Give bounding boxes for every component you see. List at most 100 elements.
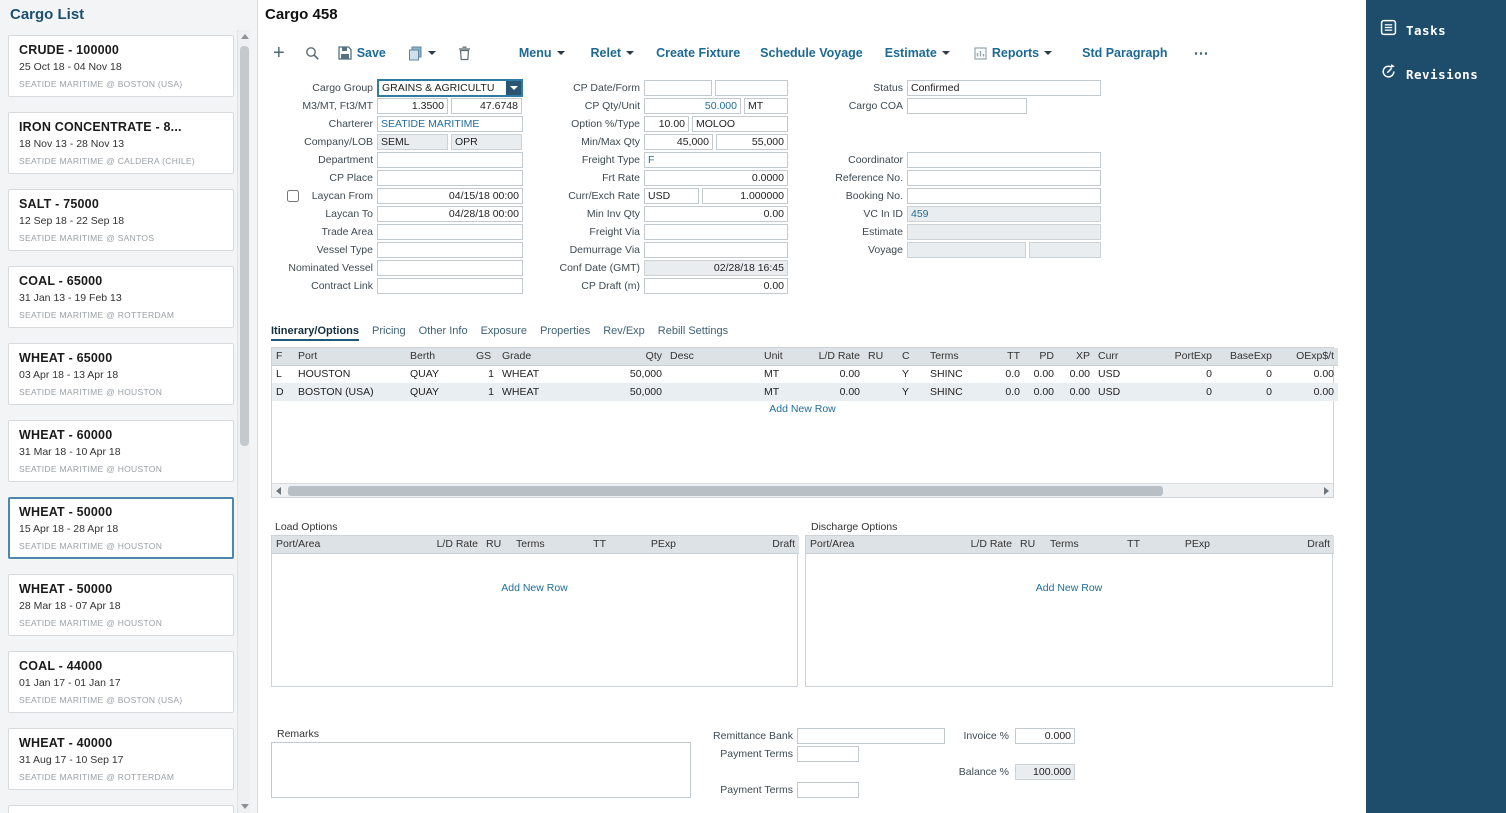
department-input[interactable]: [377, 152, 523, 168]
voyage-vessel-input[interactable]: [907, 242, 1026, 258]
menu-button[interactable]: Menu: [519, 46, 565, 60]
cargo-card[interactable]: CRUDE - 100000 25 Oct 18 - 04 Nov 18 SEA…: [8, 35, 234, 97]
ft3-mt-input[interactable]: [451, 98, 522, 114]
cargo-card[interactable]: WHEAT - 40000 31 Aug 17 - 10 Sep 17 SEAT…: [8, 728, 234, 790]
tab-rev-exp[interactable]: Rev/Exp: [603, 325, 645, 341]
discharge-options-col-header[interactable]: Terms: [1046, 536, 1108, 553]
itinerary-cell[interactable]: Y: [898, 365, 926, 383]
itinerary-cell[interactable]: BOSTON (USA): [294, 383, 406, 401]
itinerary-col-header[interactable]: GS: [472, 348, 498, 365]
itinerary-cell[interactable]: 0.0: [990, 365, 1024, 383]
itinerary-cell[interactable]: [666, 383, 760, 401]
itinerary-col-header[interactable]: PortExp: [1136, 348, 1216, 365]
itinerary-cell[interactable]: 0.00: [1024, 365, 1058, 383]
itinerary-col-header[interactable]: Unit: [760, 348, 806, 365]
itinerary-row-load[interactable]: L HOUSTON QUAY 1 WHEAT 50,000 MT 0.00 Y …: [272, 365, 1338, 383]
itinerary-horizontal-scrollbar[interactable]: [272, 483, 1333, 497]
itinerary-cell[interactable]: 0.00: [1276, 365, 1338, 383]
itinerary-cell[interactable]: MT: [760, 365, 806, 383]
cp-date-input[interactable]: [644, 80, 712, 96]
discharge-options-col-header[interactable]: Draft: [1214, 536, 1334, 553]
m3-mt-input[interactable]: [377, 98, 448, 114]
itinerary-cell[interactable]: 0.00: [806, 365, 864, 383]
itinerary-add-new-row-link[interactable]: Add New Row: [272, 403, 1333, 415]
tab-pricing[interactable]: Pricing: [372, 325, 406, 341]
charterer-input[interactable]: [377, 116, 523, 132]
cp-draft-input[interactable]: [644, 278, 788, 294]
contract-link-input[interactable]: [377, 278, 523, 294]
vc-in-id-input[interactable]: [907, 206, 1101, 222]
scroll-up-icon[interactable]: [241, 34, 249, 39]
laycan-checkbox[interactable]: [287, 190, 299, 202]
scroll-left-icon[interactable]: [276, 487, 281, 495]
voyage-no-input[interactable]: [1029, 242, 1101, 258]
itinerary-cell[interactable]: USD: [1094, 365, 1136, 383]
itinerary-cell[interactable]: 0.0: [990, 383, 1024, 401]
tab-properties[interactable]: Properties: [540, 325, 590, 341]
delete-button[interactable]: [458, 46, 471, 61]
itinerary-cell[interactable]: 0: [1216, 365, 1276, 383]
company-input[interactable]: [377, 134, 448, 150]
coordinator-input[interactable]: [907, 152, 1101, 168]
cp-place-input[interactable]: [377, 170, 523, 186]
cargo-card[interactable]: IRON CONCENTRATE - 8... 18 Nov 13 - 28 N…: [8, 112, 234, 174]
itinerary-cell[interactable]: 0.00: [1276, 383, 1338, 401]
scroll-right-icon[interactable]: [1324, 487, 1329, 495]
itinerary-cell[interactable]: [864, 365, 898, 383]
invoice-pct-input[interactable]: [1015, 728, 1075, 744]
itinerary-cell[interactable]: 0.00: [806, 383, 864, 401]
itinerary-cell[interactable]: Y: [898, 383, 926, 401]
payment-terms-input-2[interactable]: [797, 782, 859, 798]
reference-no-input[interactable]: [907, 170, 1101, 186]
nominated-vessel-input[interactable]: [377, 260, 523, 276]
schedule-voyage-button[interactable]: Schedule Voyage: [760, 46, 863, 60]
cargo-card[interactable]: COAL - 65000 31 Jan 13 - 19 Feb 13 SEATI…: [8, 266, 234, 328]
booking-no-input[interactable]: [907, 188, 1101, 204]
laycan-to-input[interactable]: [377, 206, 523, 222]
itinerary-cell[interactable]: 1: [472, 365, 498, 383]
vessel-type-input[interactable]: [377, 242, 523, 258]
load-options-col-header[interactable]: TT: [574, 536, 610, 553]
min-qty-input[interactable]: [644, 134, 713, 150]
cargo-card[interactable]: WHEAT - 40000: [8, 805, 234, 813]
tab-itinerary-options[interactable]: Itinerary/Options: [271, 325, 359, 341]
itinerary-cell[interactable]: 50,000: [604, 383, 666, 401]
remarks-textarea[interactable]: [271, 742, 691, 798]
tab-other-info[interactable]: Other Info: [419, 325, 468, 341]
cargo-card[interactable]: WHEAT - 65000 03 Apr 18 - 13 Apr 18 SEAT…: [8, 343, 234, 405]
laycan-from-input[interactable]: [377, 188, 523, 204]
conf-date-input[interactable]: [644, 260, 788, 276]
itinerary-cell[interactable]: [666, 365, 760, 383]
balance-pct-input[interactable]: [1015, 764, 1075, 780]
cargo-list-scrollbar[interactable]: [237, 30, 250, 813]
lob-input[interactable]: [451, 134, 522, 150]
relet-button[interactable]: Relet: [591, 46, 635, 60]
payment-terms-input[interactable]: [797, 746, 859, 762]
reports-button[interactable]: Reports: [974, 46, 1052, 60]
scrollbar-thumb[interactable]: [288, 486, 1163, 496]
save-button[interactable]: Save: [338, 46, 386, 60]
itinerary-cell[interactable]: 0: [1216, 383, 1276, 401]
tab-rebill-settings[interactable]: Rebill Settings: [658, 325, 728, 341]
discharge-options-col-header[interactable]: L/D Rate: [954, 536, 1016, 553]
tab-exposure[interactable]: Exposure: [481, 325, 527, 341]
discharge-options-col-header[interactable]: TT: [1108, 536, 1144, 553]
load-options-col-header[interactable]: RU: [482, 536, 512, 553]
itinerary-col-header[interactable]: XP: [1058, 348, 1094, 365]
itinerary-row-discharge[interactable]: D BOSTON (USA) QUAY 1 WHEAT 50,000 MT 0.…: [272, 383, 1338, 401]
cargo-coa-input[interactable]: [907, 98, 1027, 114]
scroll-down-icon[interactable]: [241, 804, 249, 809]
itinerary-col-header[interactable]: L/D Rate: [806, 348, 864, 365]
itinerary-col-header[interactable]: C: [898, 348, 926, 365]
itinerary-cell[interactable]: D: [272, 383, 294, 401]
more-button[interactable]: ⋯: [1194, 44, 1210, 62]
trade-area-input[interactable]: [377, 224, 523, 240]
search-button[interactable]: [305, 46, 320, 61]
load-options-col-header[interactable]: L/D Rate: [420, 536, 482, 553]
itinerary-cell[interactable]: 1: [472, 383, 498, 401]
itinerary-col-header[interactable]: PD: [1024, 348, 1058, 365]
scrollbar-thumb[interactable]: [240, 46, 249, 446]
remittance-bank-input[interactable]: [797, 728, 945, 744]
cp-qty-input[interactable]: [644, 98, 741, 114]
itinerary-col-header[interactable]: BaseExp: [1216, 348, 1276, 365]
